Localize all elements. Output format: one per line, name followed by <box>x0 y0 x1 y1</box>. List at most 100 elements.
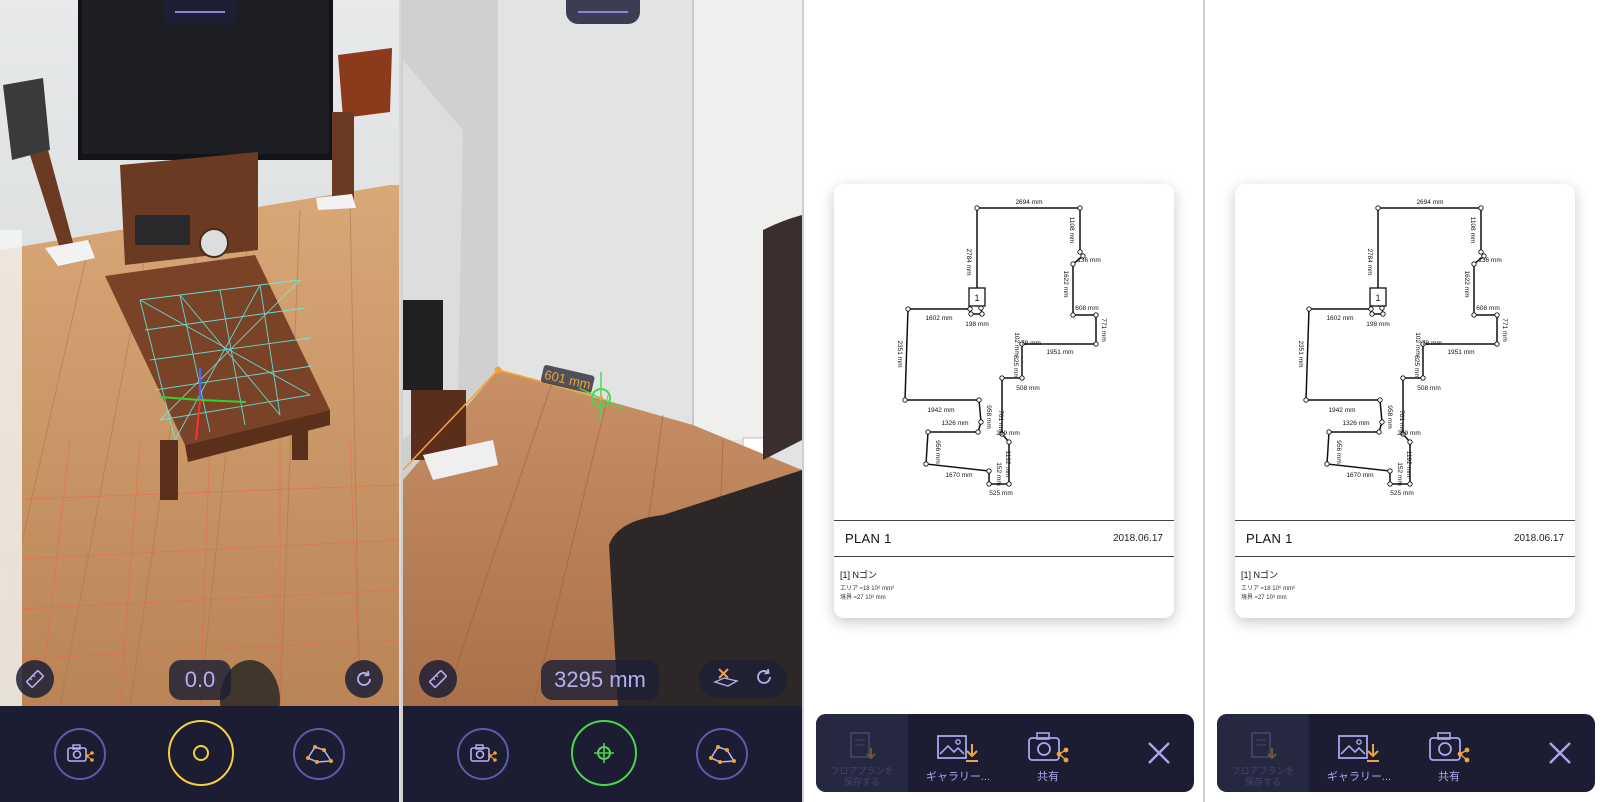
dimension-label: 198 mm <box>1366 321 1389 328</box>
dimension-label: 1326 mm <box>941 420 968 427</box>
plan-title: PLAN 1 <box>1246 531 1293 546</box>
plan-vertex <box>925 429 931 435</box>
screen-floor-scan: 0.0 <box>0 0 399 802</box>
polygon-title: [1] Nゴン <box>840 570 878 580</box>
plan-vertex <box>967 306 973 312</box>
save-plan-button[interactable]: フロアプランを保存する <box>1217 714 1309 792</box>
plan-vertex <box>923 461 929 467</box>
plan-vertex <box>1494 341 1500 347</box>
polygon-mode-button[interactable] <box>696 728 748 780</box>
dimension-label: 2694 mm <box>1416 199 1443 206</box>
plan-title: PLAN 1 <box>845 531 892 546</box>
camera-share-icon <box>470 744 497 762</box>
dimension-label: 1192 mm <box>1004 451 1011 478</box>
camera-share-icon <box>1028 732 1069 763</box>
close-icon <box>1549 742 1571 764</box>
dimension-label: 1951 mm <box>1447 349 1474 356</box>
plan-vertex <box>1369 311 1375 317</box>
polygon-area: エリア ≈18 10⁶ mm² <box>840 586 895 592</box>
polygon-icon <box>306 745 333 764</box>
crosshair-icon <box>594 743 614 763</box>
gallery-button[interactable]: ギャラリー... <box>912 714 1004 792</box>
reset-button[interactable] <box>753 666 775 693</box>
plan-outline <box>904 207 1097 485</box>
plan-vertex <box>978 419 984 425</box>
plan-vertex <box>902 397 908 403</box>
dimension-label: 508 mm <box>1016 385 1039 392</box>
plan-vertex <box>1077 249 1083 255</box>
plan-vertex <box>1379 419 1385 425</box>
ruler-button[interactable] <box>16 660 54 698</box>
bottom-toolbar <box>403 706 802 802</box>
dimension-label: 1622 mm <box>1463 270 1470 297</box>
plan-date: 2018.06.17 <box>1112 533 1163 544</box>
ruler-icon <box>26 670 44 688</box>
dimension-label: 825 mm <box>1413 355 1420 378</box>
plan-card: 1 2694 mm 2784 mm 1108 mm 136 mm 1622 mm 608 m… <box>834 184 1174 618</box>
top-handle[interactable] <box>162 0 237 24</box>
plan-vertex <box>979 311 985 317</box>
plan-vertex <box>1070 312 1076 318</box>
dimension-label: 102 mm <box>1414 332 1421 355</box>
polygon-perimeter: 境界 ≈27 10³ mm <box>840 595 886 601</box>
plan-vertex <box>1326 429 1332 435</box>
photo-share-button[interactable] <box>54 728 106 780</box>
share-button[interactable]: 共有 <box>1002 714 1094 792</box>
scan-shutter-button[interactable] <box>168 720 234 786</box>
plan-vertex <box>976 397 982 403</box>
save-plan-label: フロアプランを保存する <box>830 766 894 787</box>
dimension-label: 956 mm <box>934 440 941 463</box>
camera-share-icon <box>1429 732 1470 763</box>
share-label: 共有 <box>1438 771 1460 783</box>
polygon-icon <box>709 745 736 764</box>
ruler-icon <box>429 670 447 688</box>
polygon-mode-button[interactable] <box>293 728 345 780</box>
divider <box>1235 520 1575 521</box>
close-button[interactable] <box>1543 736 1577 770</box>
bottom-toolbar <box>0 706 399 802</box>
plan-vertex <box>1387 468 1393 474</box>
share-label: 共有 <box>1037 771 1059 783</box>
gallery-download-icon <box>1338 735 1379 762</box>
close-icon <box>1148 742 1170 764</box>
plan-vertex <box>1070 261 1076 267</box>
dimension-label: 1602 mm <box>1326 315 1353 322</box>
floor-reset-button[interactable] <box>712 666 740 693</box>
ruler-button[interactable] <box>419 660 457 698</box>
plan-vertex <box>1380 311 1386 317</box>
rotate-icon <box>756 668 771 684</box>
dimension-label: 956 mm <box>1335 440 1342 463</box>
measure-shutter-button[interactable] <box>571 720 637 786</box>
dimension-label: 1108 mm <box>1469 217 1476 244</box>
plan-vertex <box>1006 439 1012 445</box>
plan-vertex <box>1093 312 1099 318</box>
plan-date: 2018.06.17 <box>1513 533 1564 544</box>
dimension-label: 525 mm <box>1390 490 1413 497</box>
divider <box>834 520 1174 521</box>
plan-vertex <box>1377 397 1383 403</box>
room-marker-label: 1 <box>974 293 979 303</box>
share-button[interactable]: 共有 <box>1403 714 1495 792</box>
camera-share-icon <box>67 744 94 762</box>
close-button[interactable] <box>1142 736 1176 770</box>
reset-button[interactable] <box>345 660 383 698</box>
photo-share-button[interactable] <box>457 728 509 780</box>
save-plan-button[interactable]: フロアプランを保存する <box>816 714 908 792</box>
gallery-button[interactable]: ギャラリー... <box>1313 714 1405 792</box>
gallery-label: ギャラリー... <box>925 771 991 783</box>
top-handle[interactable] <box>565 0 640 24</box>
plan-vertex <box>1400 375 1406 381</box>
plan-vertex <box>968 311 974 317</box>
divider <box>834 556 1174 557</box>
dimension-label: 1622 mm <box>1062 270 1069 297</box>
plan-vertex <box>1494 312 1500 318</box>
floor-plan-drawing: 1 2694 mm 2784 mm 1108 mm 136 mm 1622 mm 608 m… <box>1297 199 1508 497</box>
dimension-label: 771 mm <box>1100 318 1107 341</box>
dimension-label: 78 mm <box>1021 340 1041 347</box>
dimension-label: 102 mm <box>1013 332 1020 355</box>
floor-reset-icon <box>712 667 739 687</box>
action-bar: フロアプランを保存する ギャラリー... 共有 <box>1217 714 1595 792</box>
screen-plan-result-2: 1 2694 mm 2784 mm 1108 mm 136 mm 1622 mm 608 m… <box>1203 0 1601 802</box>
measurement-readout: 0.0 <box>169 660 231 700</box>
polygon-title: [1] Nゴン <box>1241 570 1279 580</box>
